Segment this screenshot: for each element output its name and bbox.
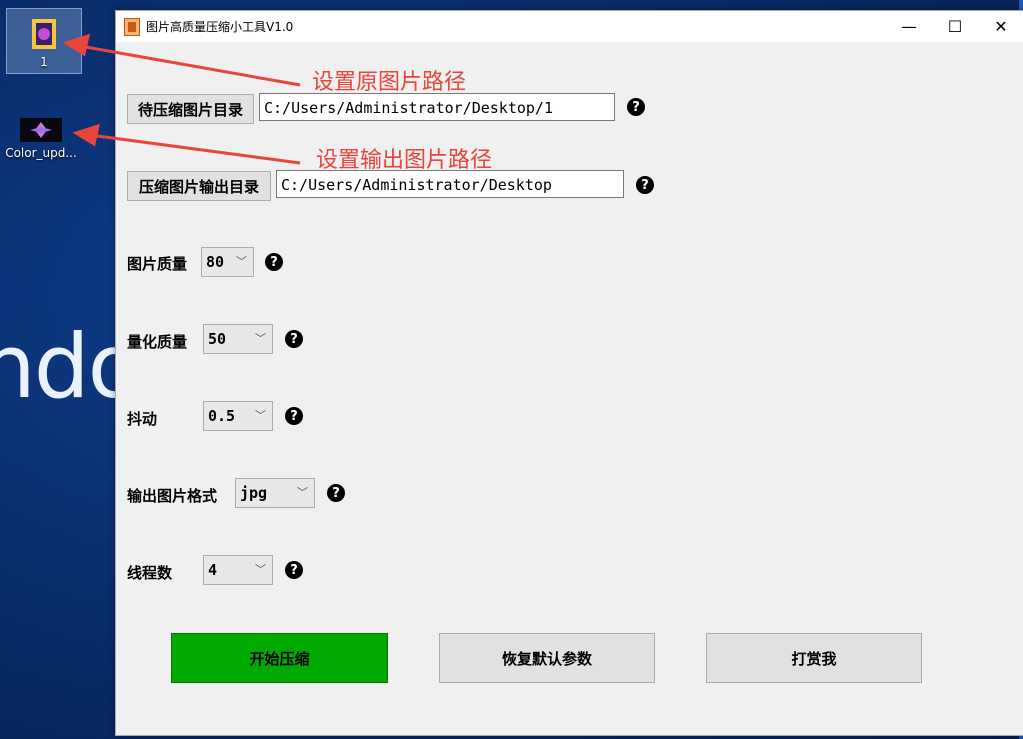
annotation-arrows <box>62 33 301 165</box>
output-path-annotation: 设置输出图片路径 <box>316 148 493 173</box>
output-arrow-head <box>72 123 101 147</box>
source-arrow-head <box>62 33 91 57</box>
output-arrow-line <box>89 133 301 165</box>
source-arrow-line <box>79 44 301 87</box>
source-path-annotation: 设置原图片路径 <box>312 70 467 95</box>
